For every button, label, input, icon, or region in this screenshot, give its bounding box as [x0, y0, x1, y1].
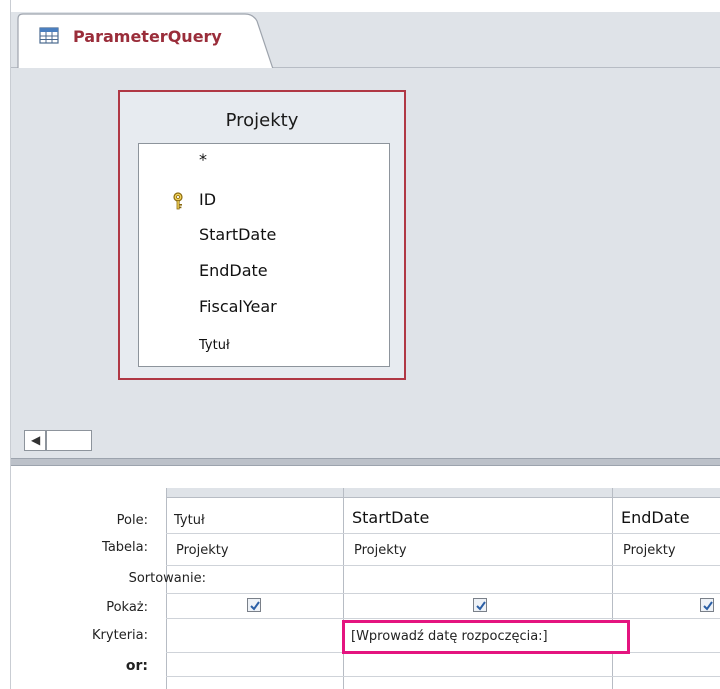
tab-title: ParameterQuery	[73, 27, 222, 46]
column-selector-2[interactable]	[344, 488, 612, 498]
grid-cell-table-2[interactable]: Projekty	[354, 543, 407, 558]
column-selector-3[interactable]	[613, 488, 720, 498]
show-checkbox-2[interactable]	[473, 598, 487, 612]
grid-row-line	[166, 618, 720, 619]
scroll-left-button[interactable]: ◀	[24, 430, 46, 451]
row-label-field: Pole:	[116, 513, 148, 528]
window-top-edge	[0, 0, 720, 12]
grid-row-line	[166, 565, 720, 566]
grid-cell-table-1[interactable]: Projekty	[176, 543, 229, 558]
field-item-startdate[interactable]: StartDate	[199, 225, 276, 244]
show-checkbox-1[interactable]	[247, 598, 261, 612]
grid-row-line	[166, 533, 720, 534]
field-item-tytul[interactable]: Tytuł	[199, 338, 230, 353]
query-design-window: ParameterQuery Projekty * ID StartDate E…	[0, 0, 720, 689]
scroll-left-arrow-icon: ◀	[31, 433, 41, 447]
table-field-list-projekty[interactable]: Projekty * ID StartDate EndDate FiscalYe…	[118, 90, 406, 380]
criteria-input-startdate[interactable]: [Wprowadź datę rozpoczęcia:]	[342, 620, 630, 654]
grid-cell-field-2[interactable]: StartDate	[352, 508, 429, 527]
row-label-show: Pokaż:	[106, 600, 148, 615]
window-left-edge	[0, 0, 11, 689]
field-item-enddate[interactable]: EndDate	[199, 261, 268, 280]
field-list[interactable]: * ID StartDate EndDate FiscalYear Tytuł	[138, 143, 390, 367]
criteria-value: [Wprowadź datę rozpoczęcia:]	[351, 629, 548, 644]
key-icon	[171, 192, 185, 210]
query-grid-pane	[11, 466, 720, 689]
row-label-criteria: Kryteria:	[92, 628, 148, 643]
field-item-id[interactable]: ID	[199, 190, 216, 209]
field-item-all[interactable]: *	[199, 150, 207, 169]
show-checkbox-3[interactable]	[700, 598, 714, 612]
pane-splitter[interactable]	[11, 458, 720, 466]
grid-cell-field-3[interactable]: EndDate	[621, 508, 690, 527]
grid-divider	[343, 488, 344, 689]
table-title: Projekty	[225, 110, 299, 131]
row-label-or: or:	[125, 658, 148, 674]
query-table-icon	[39, 25, 59, 45]
horizontal-scrollbar[interactable]	[11, 426, 720, 458]
row-label-sort: Sortowanie:	[128, 571, 206, 586]
grid-cell-table-3[interactable]: Projekty	[623, 543, 676, 558]
scroll-thumb[interactable]	[46, 430, 92, 451]
grid-row-line	[166, 593, 720, 594]
column-selector-1[interactable]	[166, 488, 343, 498]
grid-divider	[166, 488, 167, 689]
row-label-table: Tabela:	[102, 540, 148, 555]
grid-cell-field-1[interactable]: Tytuł	[174, 513, 205, 528]
tab-parameterquery[interactable]: ParameterQuery	[17, 13, 275, 69]
grid-row-line	[166, 676, 720, 677]
grid-divider	[612, 488, 613, 689]
field-item-fiscalyear[interactable]: FiscalYear	[199, 297, 277, 316]
